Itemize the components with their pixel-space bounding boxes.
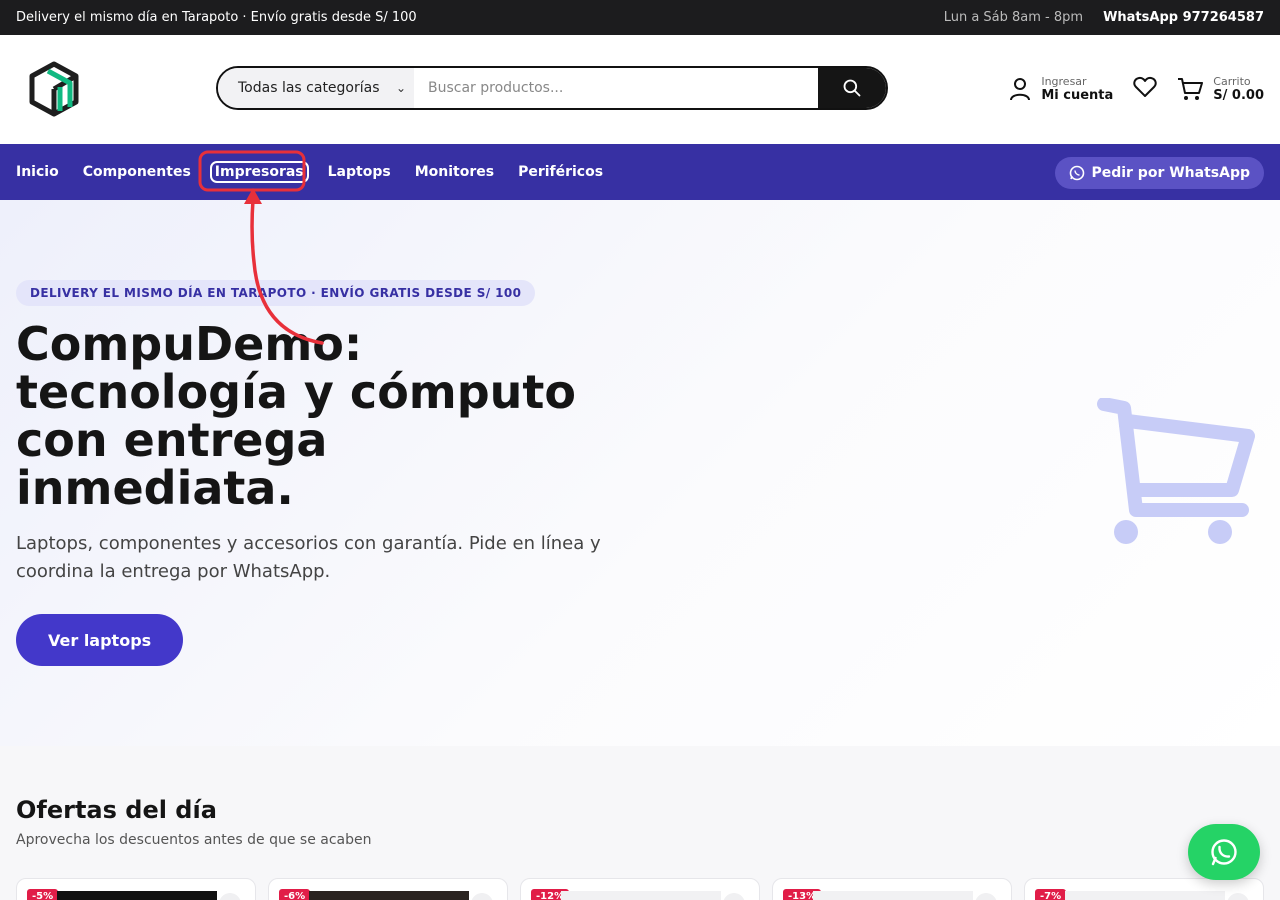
whatsapp-order-button[interactable]: Pedir por WhatsApp bbox=[1055, 157, 1264, 189]
view-laptops-button[interactable]: Ver laptops bbox=[16, 614, 184, 666]
cart-icon bbox=[1178, 78, 1204, 100]
wishlist-button[interactable] bbox=[1133, 76, 1157, 102]
offers-title: Ofertas del día bbox=[16, 796, 217, 824]
nav-item-inicio[interactable]: Inicio bbox=[16, 164, 59, 180]
store-hours: Lun a Sáb 8am - 8pm bbox=[943, 10, 1084, 25]
header-actions: Ingresar Mi cuenta Carrito S/ 0.00 bbox=[1009, 65, 1264, 113]
discount-badge: -5% bbox=[27, 889, 59, 900]
header: Todas las categorías ⌄ Ingresar Mi cuent… bbox=[0, 35, 1280, 144]
discount-badge: -7% bbox=[1035, 889, 1067, 900]
account-small-label: Ingresar bbox=[1041, 75, 1087, 88]
offers-section: Ofertas del día Aprovecha los descuentos… bbox=[0, 746, 1280, 900]
product-image bbox=[561, 891, 721, 900]
product-image bbox=[813, 891, 973, 900]
account-link[interactable]: Ingresar Mi cuenta bbox=[1009, 75, 1113, 103]
cube-logo-icon[interactable] bbox=[24, 59, 84, 119]
shopping-cart-illustration-icon bbox=[1096, 397, 1260, 548]
cart-small-label: Carrito bbox=[1213, 75, 1251, 88]
whatsapp-icon bbox=[1211, 839, 1237, 866]
product-card[interactable]: -7% bbox=[1024, 878, 1264, 900]
whatsapp-order-label: Pedir por WhatsApp bbox=[1091, 165, 1250, 181]
discount-badge: -6% bbox=[279, 889, 311, 900]
category-select-value: Todas las categorías bbox=[238, 80, 380, 96]
heart-icon[interactable] bbox=[219, 893, 241, 900]
cart-total: S/ 0.00 bbox=[1213, 88, 1264, 103]
nav-item-laptops[interactable]: Laptops bbox=[328, 164, 391, 180]
search-icon bbox=[843, 79, 861, 97]
user-icon bbox=[1010, 78, 1031, 101]
category-select[interactable]: Todas las categorías ⌄ bbox=[218, 68, 414, 108]
floating-whatsapp-button[interactable] bbox=[1188, 824, 1260, 880]
account-label: Mi cuenta bbox=[1041, 88, 1114, 103]
search-button[interactable] bbox=[818, 68, 886, 108]
offers-subtitle: Aprovecha los descuentos antes de que se… bbox=[16, 832, 372, 848]
heart-icon[interactable] bbox=[975, 893, 997, 900]
product-image bbox=[57, 891, 217, 900]
hero-badge: DELIVERY EL MISMO DÍA EN TARAPOTO · ENVÍ… bbox=[16, 280, 536, 306]
heart-icon[interactable] bbox=[723, 893, 745, 900]
product-card[interactable]: -13% bbox=[772, 878, 1012, 900]
whatsapp-number-link[interactable]: WhatsApp 977264587 bbox=[1103, 10, 1264, 25]
heart-icon[interactable] bbox=[471, 893, 493, 900]
product-card[interactable]: -6% bbox=[268, 878, 508, 900]
top-bar: Delivery el mismo día en Tarapoto · Enví… bbox=[0, 0, 1280, 35]
promo-text: Delivery el mismo día en Tarapoto · Enví… bbox=[16, 10, 417, 25]
cart-link[interactable]: Carrito S/ 0.00 bbox=[1177, 75, 1264, 103]
nav-item-monitores[interactable]: Monitores bbox=[415, 164, 494, 180]
nav-item-perifericos[interactable]: Periféricos bbox=[518, 164, 603, 180]
chevron-down-icon: ⌄ bbox=[395, 81, 406, 95]
product-image bbox=[1065, 891, 1225, 900]
heart-icon[interactable] bbox=[1227, 893, 1249, 900]
nav-item-componentes[interactable]: Componentes bbox=[83, 164, 191, 180]
main-nav: Inicio Componentes Impresoras Laptops Mo… bbox=[0, 144, 1280, 200]
product-card[interactable]: -12% bbox=[520, 878, 760, 900]
heart-icon bbox=[1133, 76, 1157, 97]
nav-item-impresoras[interactable]: Impresoras bbox=[209, 161, 309, 183]
product-card[interactable]: -5% bbox=[16, 878, 256, 900]
hero-section: DELIVERY EL MISMO DÍA EN TARAPOTO · ENVÍ… bbox=[0, 200, 1280, 746]
search-input[interactable] bbox=[414, 68, 818, 108]
hero-subtitle: Laptops, componentes y accesorios con ga… bbox=[16, 533, 601, 582]
top-bar-right: Lun a Sáb 8am - 8pm WhatsApp 977264587 bbox=[944, 10, 1264, 25]
hero-title: CompuDemo: tecnología y cómputo con entr… bbox=[16, 317, 576, 515]
whatsapp-icon bbox=[1070, 165, 1085, 181]
search-bar: Todas las categorías ⌄ bbox=[216, 66, 888, 110]
product-image bbox=[309, 891, 469, 900]
